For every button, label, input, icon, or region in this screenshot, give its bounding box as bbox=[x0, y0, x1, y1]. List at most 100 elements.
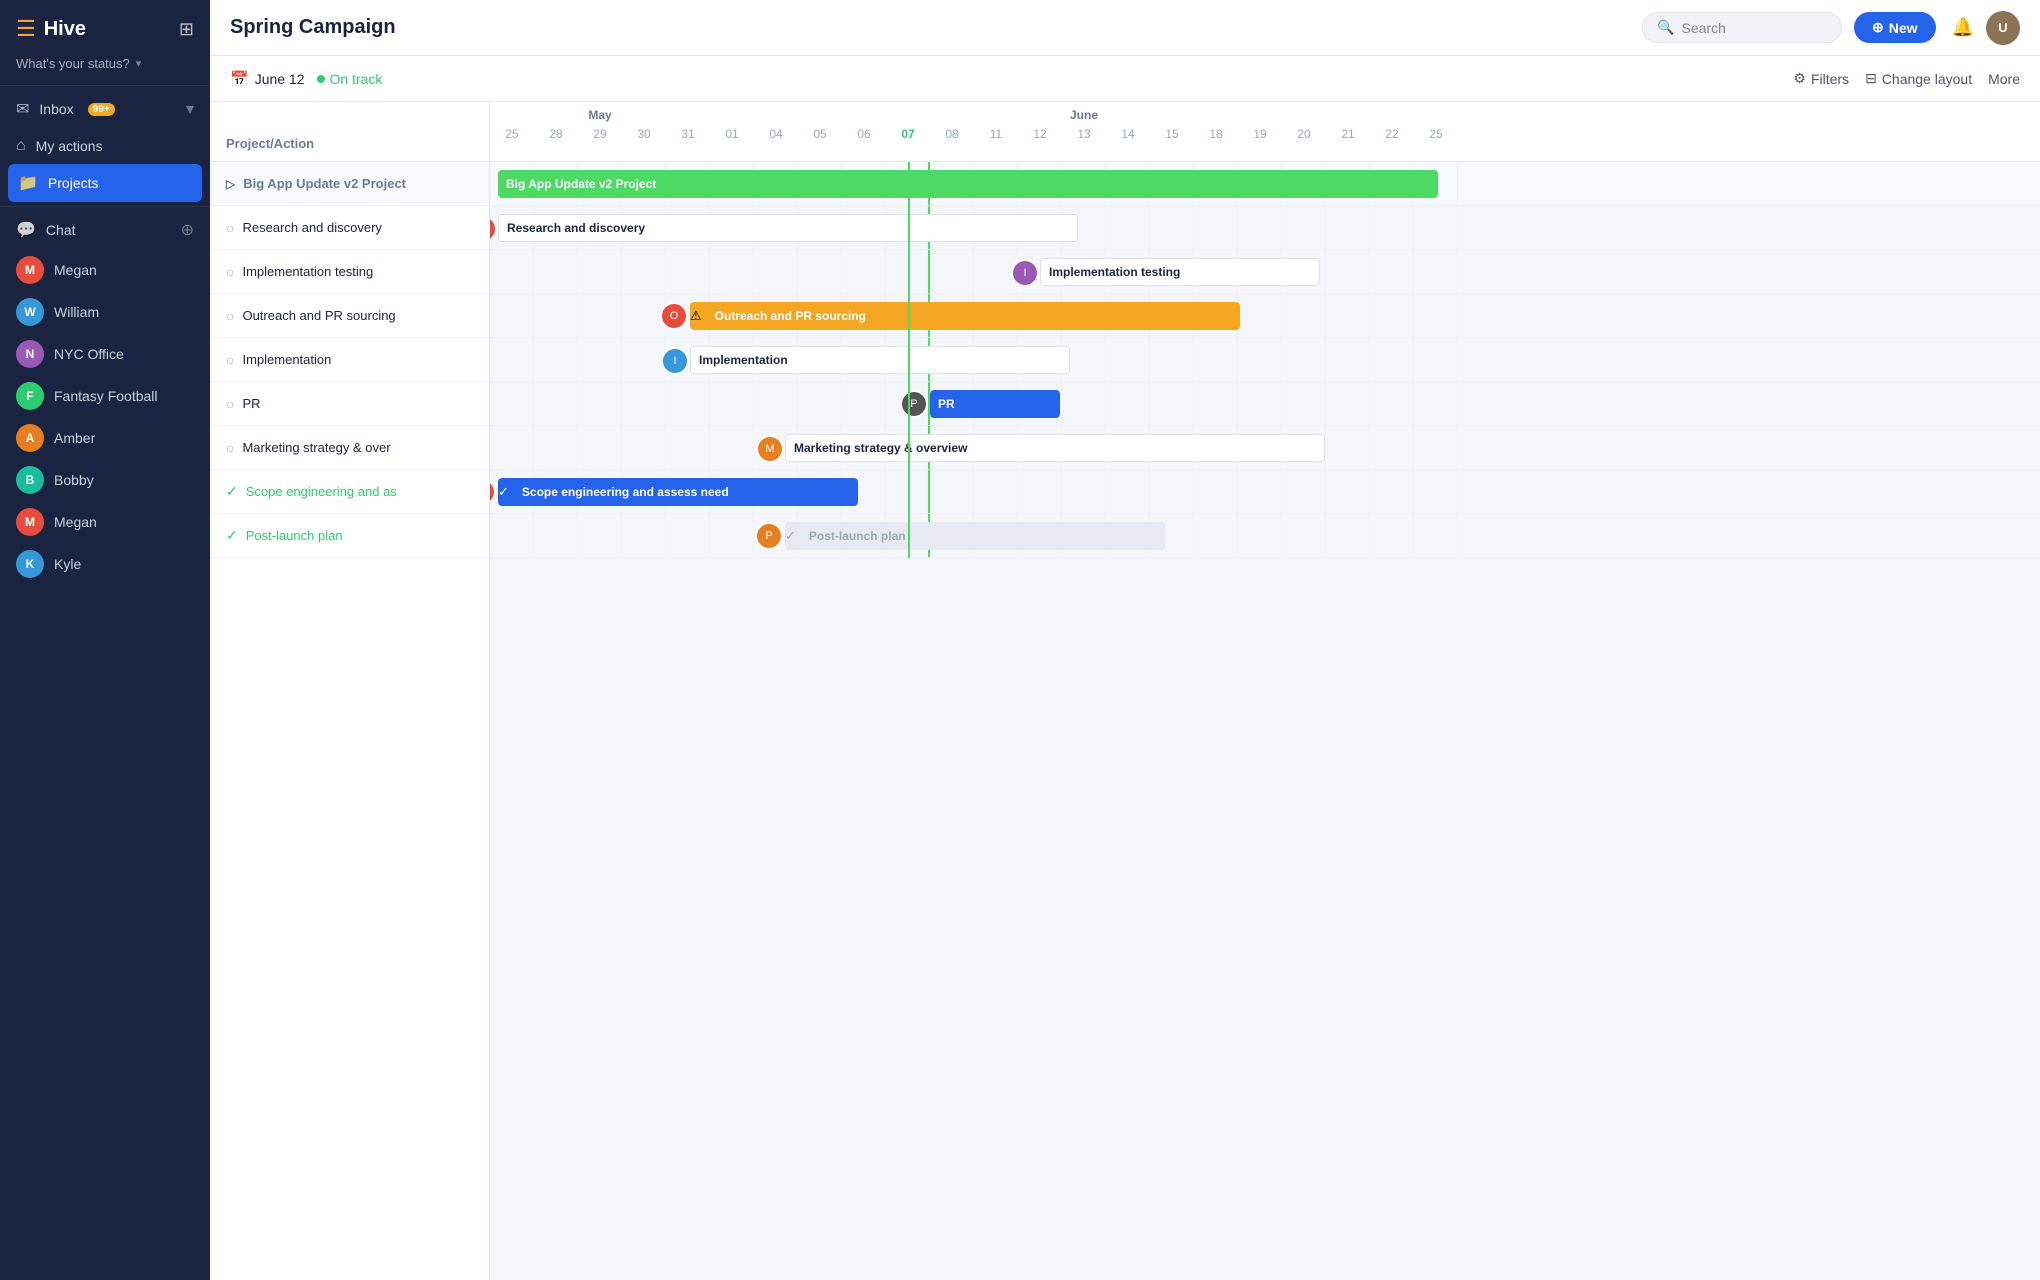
bar-pr[interactable]: P PR bbox=[930, 390, 1060, 418]
sidebar-item-my-actions[interactable]: ⌂ My actions bbox=[0, 128, 210, 164]
day-04: 04 bbox=[754, 124, 798, 144]
bar-label-scope: Scope engineering and assess need bbox=[514, 485, 737, 499]
sidebar-item-megan2[interactable]: M Megan bbox=[0, 501, 210, 543]
bar-outreach[interactable]: O ⚠ Outreach and PR sourcing bbox=[690, 302, 1240, 330]
sidebar-item-bobby[interactable]: B Bobby bbox=[0, 459, 210, 501]
sidebar-item-kyle[interactable]: K Kyle bbox=[0, 543, 210, 585]
task-check-outreach: ○ bbox=[226, 308, 234, 324]
date-text: June 12 bbox=[255, 71, 305, 87]
sidebar-item-inbox[interactable]: ✉ Inbox 99+ ▾ bbox=[0, 90, 210, 128]
bar-scope[interactable]: S ✓ Scope engineering and assess need bbox=[498, 478, 858, 506]
gantt-row-marketing: M Marketing strategy & overview bbox=[490, 426, 2040, 470]
bar-label-outreach: Outreach and PR sourcing bbox=[707, 309, 874, 323]
status-row[interactable]: What's your status? ▾ bbox=[0, 50, 210, 81]
filters-button[interactable]: ⚙ Filters bbox=[1793, 70, 1849, 87]
project-date: 📅 June 12 bbox=[230, 70, 305, 88]
sidebar-item-fantasy-football[interactable]: F Fantasy Football bbox=[0, 375, 210, 417]
status-text: What's your status? bbox=[16, 56, 130, 71]
search-box[interactable]: 🔍 Search bbox=[1642, 12, 1842, 43]
filters-icon: ⚙ bbox=[1793, 70, 1806, 87]
projects-label: Projects bbox=[48, 175, 99, 191]
day-12: 12 bbox=[1018, 124, 1062, 144]
task-check-postlaunch: ✓ bbox=[226, 527, 238, 544]
task-row-research[interactable]: ○ Research and discovery bbox=[210, 206, 489, 250]
task-row-implementation-testing[interactable]: ○ Implementation testing bbox=[210, 250, 489, 294]
day-11: 11 bbox=[974, 124, 1018, 144]
contact-name-william: William bbox=[54, 304, 99, 320]
task-row-outreach[interactable]: ○ Outreach and PR sourcing bbox=[210, 294, 489, 338]
bar-research[interactable]: Research and discovery bbox=[498, 214, 1078, 242]
subbar-actions: ⚙ Filters ⊟ Change layout More bbox=[1793, 70, 2020, 87]
bar-label-postlaunch: Post-launch plan bbox=[801, 529, 914, 543]
inbox-badge: 99+ bbox=[88, 103, 115, 116]
warning-icon: ⚠ bbox=[690, 308, 702, 324]
grid-icon[interactable]: ⊞ bbox=[179, 19, 194, 40]
task-row-pr[interactable]: ○ PR bbox=[210, 382, 489, 426]
day-28: 28 bbox=[534, 124, 578, 144]
divider-2 bbox=[0, 206, 210, 207]
sidebar-item-chat[interactable]: 💬 Chat ⊕ bbox=[0, 211, 210, 249]
task-row-postlaunch[interactable]: ✓ Post-launch plan bbox=[210, 514, 489, 558]
task-name-postlaunch: Post-launch plan bbox=[246, 528, 343, 543]
sidebar-item-william[interactable]: W William bbox=[0, 291, 210, 333]
day-13: 13 bbox=[1062, 124, 1106, 144]
day-08: 08 bbox=[930, 124, 974, 144]
day-18: 18 bbox=[1194, 124, 1238, 144]
day-22: 22 bbox=[1370, 124, 1414, 144]
day-05: 05 bbox=[798, 124, 842, 144]
day-31: 31 bbox=[666, 124, 710, 144]
sidebar-item-projects[interactable]: 📁 Projects bbox=[8, 164, 202, 202]
gantt-header: May June 25 28 29 30 31 01 04 05 06 07 bbox=[490, 102, 2040, 162]
task-name-pr: PR bbox=[242, 396, 260, 411]
inbox-label: Inbox bbox=[39, 101, 73, 117]
bar-implementation[interactable]: I Implementation bbox=[690, 346, 1070, 374]
logo-icon: ☰ bbox=[16, 16, 36, 42]
left-header-label: Project/Action bbox=[226, 136, 314, 151]
task-row-scope[interactable]: ✓ Scope engineering and as bbox=[210, 470, 489, 514]
scope-check-icon: ✓ bbox=[498, 484, 509, 500]
task-group-row[interactable]: ▷ Big App Update v2 Project bbox=[210, 162, 489, 206]
more-button[interactable]: More bbox=[1988, 71, 2020, 87]
bar-big-app-update[interactable]: Big App Update v2 Project bbox=[498, 170, 1438, 198]
sidebar-item-megan[interactable]: M Megan bbox=[0, 249, 210, 291]
day-15: 15 bbox=[1150, 124, 1194, 144]
avatar-amber: A bbox=[16, 424, 44, 452]
avatar-outreach: O bbox=[660, 302, 688, 330]
gantt-right-panel: May June 25 28 29 30 31 01 04 05 06 07 bbox=[490, 102, 2040, 1280]
postlaunch-check-icon: ✓ bbox=[785, 528, 796, 544]
task-row-marketing[interactable]: ○ Marketing strategy & over bbox=[210, 426, 489, 470]
page-title: Spring Campaign bbox=[230, 16, 1630, 39]
task-check-impl-test: ○ bbox=[226, 264, 234, 280]
day-21: 21 bbox=[1326, 124, 1370, 144]
logo-text: Hive bbox=[44, 18, 86, 41]
sidebar-item-amber[interactable]: A Amber bbox=[0, 417, 210, 459]
gantt-row-pr: P PR bbox=[490, 382, 2040, 426]
task-check-research: ○ bbox=[226, 220, 234, 236]
gantt-row-implementation: I Implementation bbox=[490, 338, 2040, 382]
chat-add-icon[interactable]: ⊕ bbox=[181, 220, 194, 240]
avatar-william: W bbox=[16, 298, 44, 326]
task-name-research: Research and discovery bbox=[242, 220, 381, 235]
contact-name-megan: Megan bbox=[54, 262, 97, 278]
task-name-marketing: Marketing strategy & over bbox=[242, 440, 390, 455]
change-layout-label: Change layout bbox=[1882, 71, 1972, 87]
day-25b: 25 bbox=[1414, 124, 1458, 144]
my-actions-icon: ⌂ bbox=[16, 137, 26, 155]
avatar-implementation: I bbox=[661, 347, 689, 375]
task-row-implementation[interactable]: ○ Implementation bbox=[210, 338, 489, 382]
task-name-impl-test: Implementation testing bbox=[242, 264, 373, 279]
bar-label-big-app: Big App Update v2 Project bbox=[498, 177, 664, 191]
task-name-impl: Implementation bbox=[242, 352, 331, 367]
new-btn-icon: ⊕ bbox=[1872, 19, 1884, 36]
new-button[interactable]: ⊕ New bbox=[1854, 12, 1936, 43]
day-06: 06 bbox=[842, 124, 886, 144]
day-30: 30 bbox=[622, 124, 666, 144]
task-check-pr: ○ bbox=[226, 396, 234, 412]
bar-marketing[interactable]: M Marketing strategy & overview bbox=[785, 434, 1325, 462]
sidebar-item-nyc-office[interactable]: N NYC Office bbox=[0, 333, 210, 375]
notifications-icon[interactable]: 🔔 bbox=[1952, 17, 1974, 38]
change-layout-button[interactable]: ⊟ Change layout bbox=[1865, 70, 1972, 87]
bar-impl-test[interactable]: I Implementation testing bbox=[1040, 258, 1320, 286]
bar-postlaunch[interactable]: P ✓ Post-launch plan bbox=[785, 522, 1165, 550]
user-avatar[interactable]: U bbox=[1986, 11, 2020, 45]
